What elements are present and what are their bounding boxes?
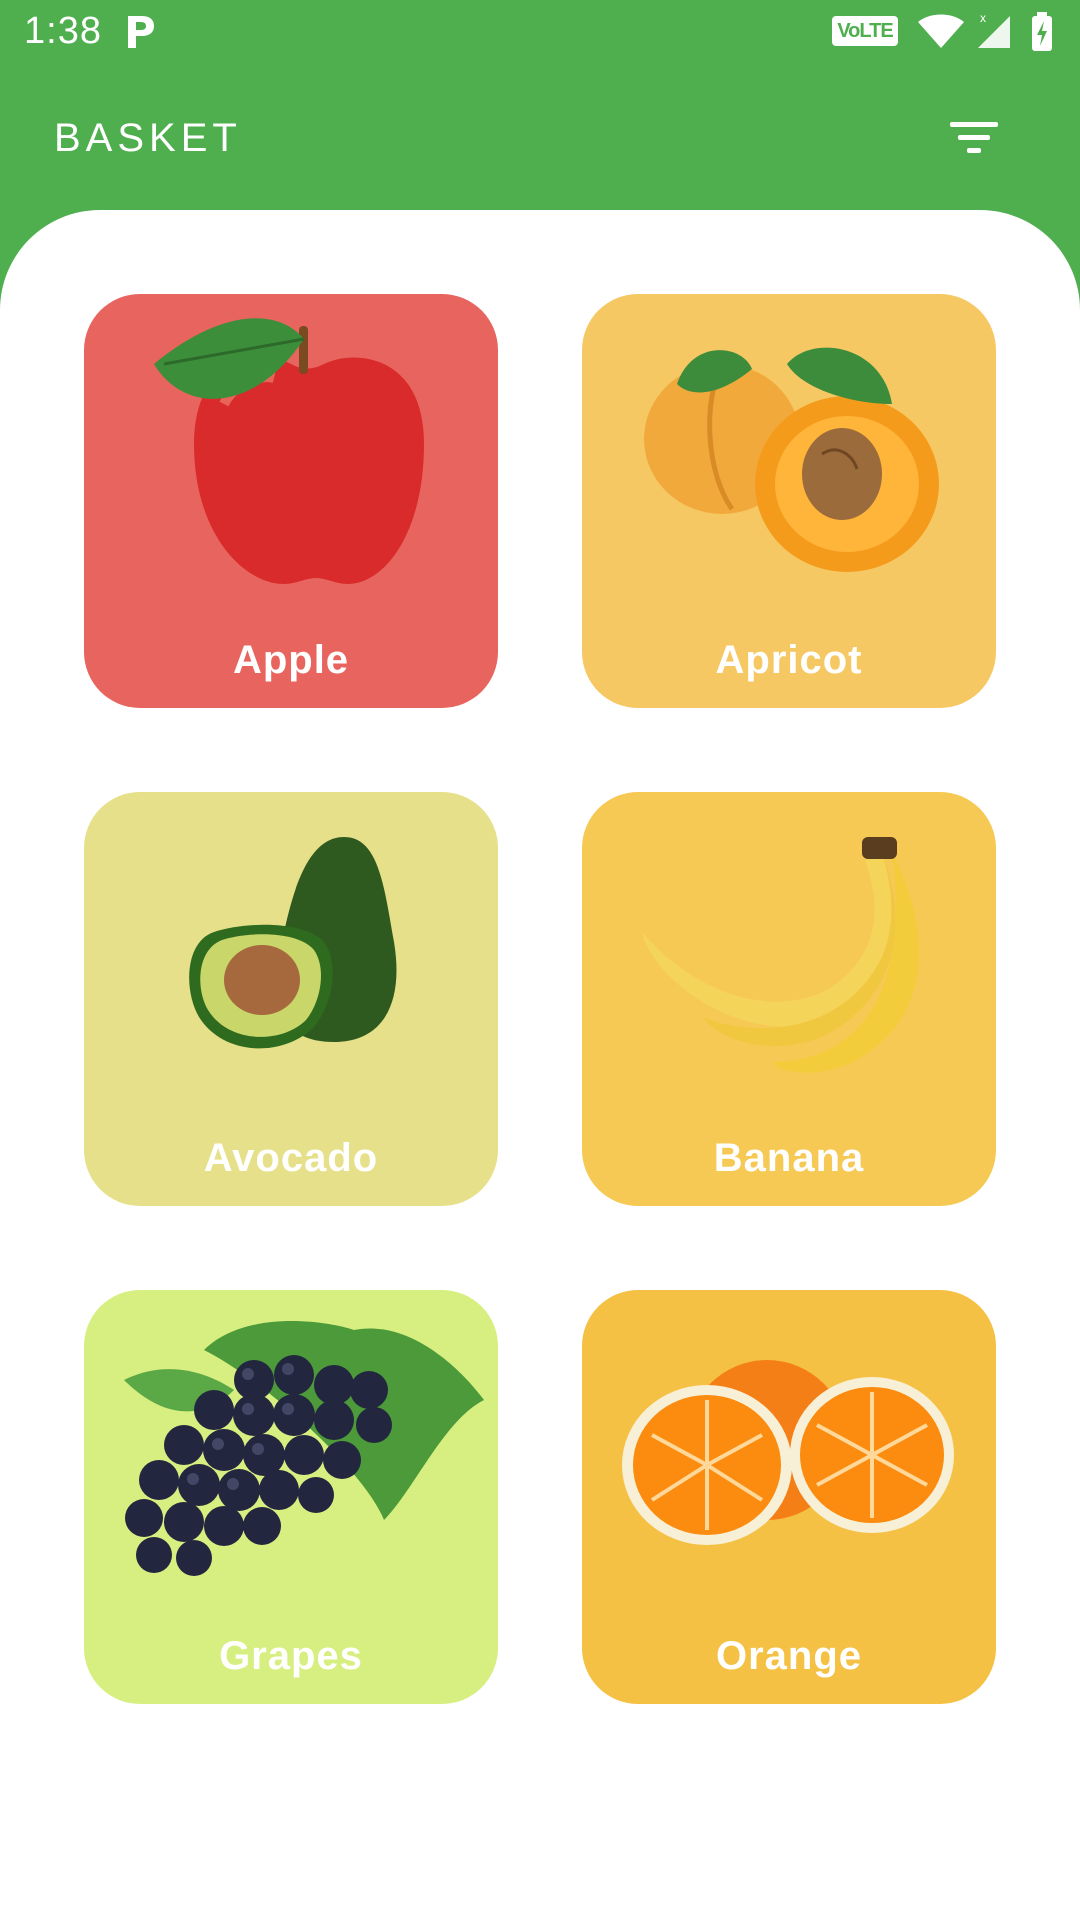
fruit-grid: Apple Apricot Avocado Banana Grapes Oran… (0, 210, 1080, 1920)
signal-icon: x (978, 11, 1010, 48)
status-bar: 1:38 VoLTE x (0, 0, 1080, 64)
page-title: BASKET (54, 116, 242, 160)
fruit-label: Orange (715, 1634, 863, 1678)
avocado-image (189, 837, 397, 1049)
fruit-label: Avocado (203, 1136, 379, 1180)
fruit-card-grapes[interactable]: Grapes (84, 1290, 498, 1704)
parking-icon (128, 16, 154, 48)
filter-button[interactable] (940, 108, 1010, 168)
grapes-image (124, 1321, 484, 1576)
fruit-label: Apricot (715, 638, 863, 682)
banana-image (642, 837, 920, 1073)
fruit-label: Grapes (219, 1634, 363, 1678)
fruit-card-orange[interactable]: Orange (582, 1290, 996, 1704)
app-bar: BASKET (0, 64, 1080, 210)
fruit-card-apricot[interactable]: Apricot (582, 294, 996, 708)
status-time: 1:38 (24, 10, 102, 52)
volte-badge: VoLTE (832, 16, 898, 46)
apple-image (154, 318, 424, 584)
filter-icon (950, 122, 998, 153)
apricot-image (644, 347, 939, 572)
battery-icon (1032, 12, 1052, 51)
fruit-card-banana[interactable]: Banana (582, 792, 996, 1206)
wifi-icon (918, 14, 964, 48)
svg-text:x: x (980, 11, 986, 25)
fruit-label: Banana (713, 1136, 865, 1180)
fruit-card-avocado[interactable]: Avocado (84, 792, 498, 1206)
orange-image (622, 1360, 954, 1545)
fruit-label: Apple (232, 638, 350, 682)
fruit-card-apple[interactable]: Apple (84, 294, 498, 708)
